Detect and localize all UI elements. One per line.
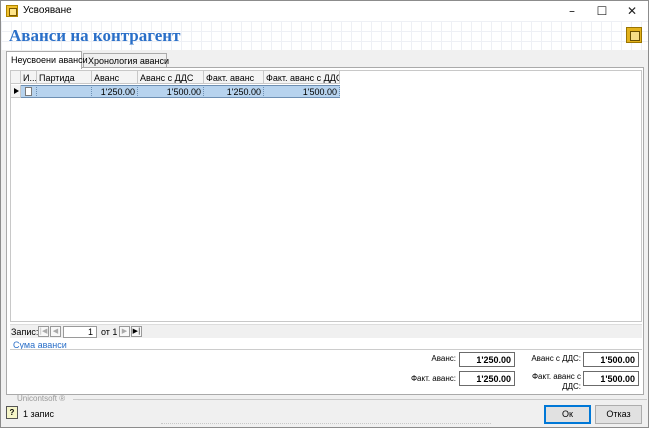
avans-vat-total-label: Аванс с ДДС:: [531, 354, 581, 363]
app-icon: [6, 5, 18, 17]
record-count-text: от 1: [101, 327, 118, 337]
ok-button[interactable]: Ок: [544, 405, 591, 424]
window-title: Усвояване: [23, 5, 72, 16]
avans-total-label: Аванс:: [431, 354, 456, 363]
cell-fact-avans[interactable]: 1'250.00: [204, 85, 264, 98]
column-header-fact-avans[interactable]: Факт. аванс: [204, 71, 264, 84]
tab-advances-history[interactable]: Хронология аванси: [83, 53, 170, 68]
fact-avans-total-field[interactable]: 1'250.00: [459, 371, 515, 386]
footer-divider: [73, 399, 647, 400]
row-document-cell[interactable]: [21, 85, 37, 98]
brand-label: Unicontsoft ®: [17, 394, 66, 403]
first-record-icon[interactable]: |◀: [38, 326, 49, 337]
dialog-window: Усвояване – ☐ ✕ Аванси на контрагент Неу…: [0, 0, 649, 428]
current-row-arrow-icon: [11, 85, 21, 98]
column-header-avans-vat[interactable]: Аванс с ДДС: [138, 71, 204, 84]
tab-unused-advances[interactable]: Неусвоени аванси: [6, 51, 88, 69]
avans-total-field[interactable]: 1'250.00: [459, 352, 515, 367]
close-icon[interactable]: ✕: [617, 1, 647, 21]
column-header-partida[interactable]: Партида: [37, 71, 92, 84]
tab-label: Хронология аванси: [88, 56, 170, 66]
maximize-icon[interactable]: ☐: [587, 1, 617, 21]
fact-avans-vat-total-label: Факт. аванс с ДДС:: [531, 372, 581, 391]
header-banner: Аванси на контрагент: [1, 21, 648, 50]
row-indicator-header: [11, 71, 21, 84]
help-icon[interactable]: ?: [6, 406, 18, 419]
cancel-button[interactable]: Отказ: [595, 405, 642, 424]
table-row[interactable]: 1'250.00 1'500.00 1'250.00 1'500.00: [11, 85, 340, 98]
record-navigator: Запис: |◀ ◀ 1 от 1 ▶ ▶|: [10, 324, 642, 338]
tab-label: Неусвоени аванси: [11, 55, 88, 65]
cell-fact-avans-vat[interactable]: 1'500.00: [264, 85, 340, 98]
cell-partida[interactable]: [37, 85, 92, 98]
column-header-fact-avans-vat[interactable]: Факт. аванс с ДДС: [264, 71, 340, 84]
fact-avans-vat-total-field[interactable]: 1'500.00: [583, 371, 639, 386]
fact-avans-total-label: Факт. аванс:: [410, 374, 456, 383]
tab-panel: И... Партида Аванс Аванс с ДДС Факт. ава…: [6, 67, 644, 395]
advances-grid[interactable]: И... Партида Аванс Аванс с ДДС Факт. ава…: [10, 70, 642, 322]
column-header-avans[interactable]: Аванс: [92, 71, 138, 84]
cell-avans-vat[interactable]: 1'500.00: [138, 85, 204, 98]
column-header-id[interactable]: И...: [21, 71, 37, 84]
divider: [10, 349, 642, 350]
minimize-icon[interactable]: –: [557, 1, 587, 21]
status-record-count: 1 запис: [23, 409, 55, 419]
cell-avans[interactable]: 1'250.00: [92, 85, 138, 98]
next-record-icon[interactable]: ▶: [119, 326, 130, 337]
resize-grip[interactable]: [161, 423, 491, 424]
document-icon: [25, 87, 32, 96]
title-bar[interactable]: Усвояване – ☐ ✕: [1, 1, 648, 21]
navigator-label: Запис:: [11, 327, 39, 337]
page-title: Аванси на контрагент: [9, 26, 181, 45]
record-position-input[interactable]: 1: [63, 326, 97, 338]
avans-vat-total-field[interactable]: 1'500.00: [583, 352, 639, 367]
note-icon[interactable]: [626, 27, 642, 43]
previous-record-icon[interactable]: ◀: [50, 326, 61, 337]
grid-header: И... Партида Аванс Аванс с ДДС Факт. ава…: [11, 71, 641, 84]
last-record-icon[interactable]: ▶|: [131, 326, 142, 337]
